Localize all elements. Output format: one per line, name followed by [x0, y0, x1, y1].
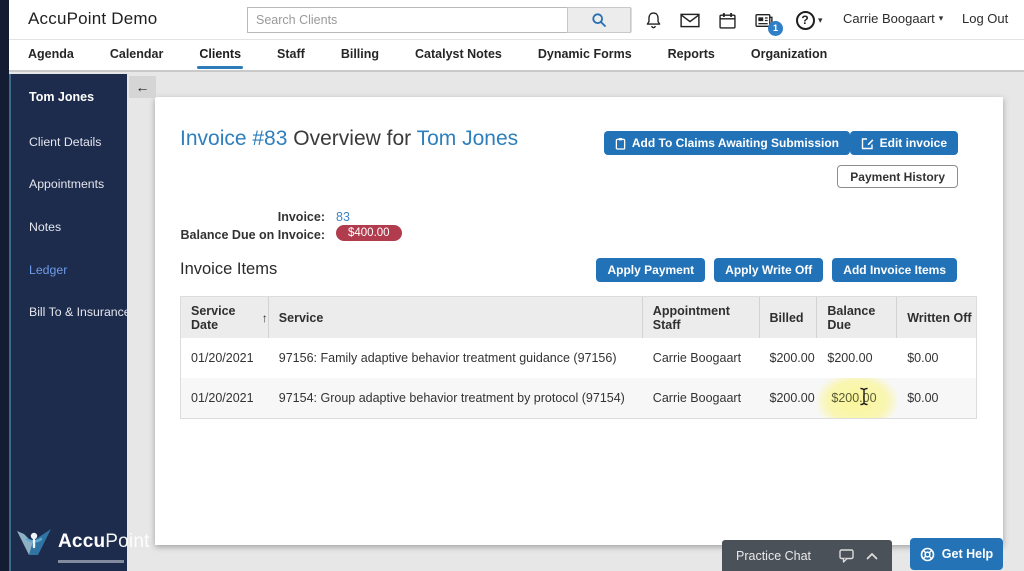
search-button[interactable] — [567, 7, 631, 33]
invoice-items-table: Service Date ↑ Service Appointment Staff… — [180, 296, 977, 419]
cell-written-off: $0.00 — [897, 338, 976, 378]
edit-pencil-icon — [861, 137, 874, 150]
table-row[interactable]: 01/20/2021 97156: Family adaptive behavi… — [181, 338, 976, 378]
chat-bubble-icon — [839, 549, 854, 563]
sidebar-collapse-button[interactable]: ← — [129, 76, 156, 98]
cell-service-date: 01/20/2021 — [181, 338, 269, 378]
tab-calendar[interactable]: Calendar — [110, 41, 164, 69]
header-service-date[interactable]: Service Date ↑ — [181, 297, 269, 338]
invoice-label: Invoice: — [140, 210, 325, 224]
tab-billing[interactable]: Billing — [341, 41, 379, 69]
header-written-off[interactable]: Written Off — [897, 297, 976, 338]
add-to-claims-button[interactable]: Add To Claims Awaiting Submission — [604, 131, 850, 155]
tab-staff[interactable]: Staff — [277, 41, 305, 69]
accupoint-logo-icon — [14, 524, 54, 560]
logo-text-point: Point — [105, 531, 149, 552]
sort-up-icon: ↑ — [262, 311, 268, 325]
tab-agenda[interactable]: Agenda — [28, 41, 74, 69]
notifications-bell-icon[interactable] — [641, 8, 665, 32]
cell-billed: $200.00 — [760, 378, 818, 418]
cell-staff: Carrie Boogaart — [643, 338, 760, 378]
invoice-items-heading: Invoice Items — [180, 260, 277, 279]
tab-dynamic-forms[interactable]: Dynamic Forms — [538, 41, 632, 69]
clipboard-icon — [615, 137, 626, 150]
invoice-items-actions: Apply Payment Apply Write Off Add Invoic… — [596, 258, 957, 282]
sidebar-item-ledger[interactable]: Ledger — [29, 263, 67, 277]
user-name: Carrie Boogaart — [843, 11, 935, 26]
sidebar-item-bill-to-insurance[interactable]: Bill To & Insurance — [29, 305, 131, 319]
search-input[interactable] — [247, 7, 567, 33]
page-title: Invoice #83 Overview for Tom Jones — [180, 127, 518, 151]
header-service[interactable]: Service — [269, 297, 643, 338]
life-ring-icon — [920, 547, 935, 562]
practice-chat-bar[interactable]: Practice Chat — [722, 540, 892, 571]
user-menu[interactable]: Carrie Boogaart ▾ — [843, 11, 943, 26]
messages-envelope-icon[interactable] — [678, 8, 702, 32]
sidebar-item-client-details[interactable]: Client Details — [29, 135, 101, 149]
balance-due-badge: $400.00 — [336, 225, 402, 241]
accupoint-logo: AccuPoint — [14, 524, 150, 560]
cell-balance-due: $200.00 — [817, 338, 897, 378]
news-feed-icon[interactable]: 1 — [752, 8, 776, 32]
notification-count-badge: 1 — [768, 21, 783, 36]
cell-billed: $200.00 — [760, 338, 818, 378]
client-sidebar: Tom Jones Client Details Appointments No… — [9, 74, 127, 571]
logo-tagline — [58, 560, 124, 563]
calendar-icon[interactable] — [715, 8, 739, 32]
cell-staff: Carrie Boogaart — [643, 378, 760, 418]
table-row[interactable]: 01/20/2021 97154: Group adaptive behavio… — [181, 378, 976, 418]
sidebar-item-appointments[interactable]: Appointments — [29, 177, 104, 191]
payment-history-button[interactable]: Payment History — [837, 165, 958, 188]
invoice-overview-card: Invoice #83 Overview for Tom Jones Add T… — [155, 97, 1003, 545]
title-middle: Overview for — [293, 127, 411, 150]
text-cursor-ibeam-icon — [859, 387, 869, 406]
add-invoice-items-button[interactable]: Add Invoice Items — [832, 258, 957, 282]
invoice-number-title: Invoice #83 — [180, 127, 287, 150]
user-caret-down-icon: ▾ — [939, 13, 944, 24]
header-appointment-staff[interactable]: Appointment Staff — [643, 297, 760, 338]
tab-clients[interactable]: Clients — [199, 41, 241, 69]
edit-invoice-button[interactable]: Edit invoice — [850, 131, 958, 155]
cell-service-date: 01/20/2021 — [181, 378, 269, 418]
get-help-label: Get Help — [942, 547, 993, 561]
chevron-up-icon[interactable] — [866, 552, 878, 560]
practice-chat-label: Practice Chat — [736, 549, 811, 563]
logout-button[interactable]: Log Out — [962, 11, 1008, 26]
cell-written-off: $0.00 — [897, 378, 976, 418]
app-title: AccuPoint Demo — [28, 9, 157, 29]
cell-service: 97156: Family adaptive behavior treatmen… — [269, 338, 643, 378]
sidebar-item-notes[interactable]: Notes — [29, 220, 61, 234]
apply-payment-button[interactable]: Apply Payment — [596, 258, 705, 282]
header-billed[interactable]: Billed — [760, 297, 818, 338]
back-arrow-icon: ← — [136, 79, 150, 95]
balance-due-label: Balance Due on Invoice: — [140, 228, 325, 242]
main-nav: Agenda Calendar Clients Staff Billing Ca… — [0, 40, 1024, 72]
tab-catalyst-notes[interactable]: Catalyst Notes — [415, 41, 502, 69]
tab-organization[interactable]: Organization — [751, 41, 827, 69]
tab-reports[interactable]: Reports — [668, 41, 715, 69]
window-left-edge — [0, 0, 9, 571]
cell-balance-due-highlighted: $200.00 — [817, 378, 897, 418]
apply-write-off-button[interactable]: Apply Write Off — [714, 258, 823, 282]
get-help-button[interactable]: Get Help — [910, 538, 1003, 570]
table-header-row: Service Date ↑ Service Appointment Staff… — [181, 297, 976, 338]
cursor-highlight: $200.00 — [827, 389, 880, 407]
invoice-number-link[interactable]: 83 — [336, 210, 350, 224]
cell-service: 97154: Group adaptive behavior treatment… — [269, 378, 643, 418]
help-caret-down-icon: ▾ — [818, 15, 823, 26]
top-bar: AccuPoint Demo 1 ? ▾ Carrie Boogaart ▾ — [0, 0, 1024, 40]
sidebar-client-name: Tom Jones — [29, 90, 94, 104]
header-balance-due[interactable]: Balance Due — [817, 297, 897, 338]
accupoint-app: AccuPoint Demo 1 ? ▾ Carrie Boogaart ▾ — [0, 0, 1024, 571]
logo-text-accu: Accu — [58, 531, 105, 552]
title-client-name: Tom Jones — [417, 127, 519, 150]
topbar-divider — [631, 8, 632, 32]
search-icon — [591, 12, 607, 28]
help-icon[interactable]: ? — [793, 8, 817, 32]
